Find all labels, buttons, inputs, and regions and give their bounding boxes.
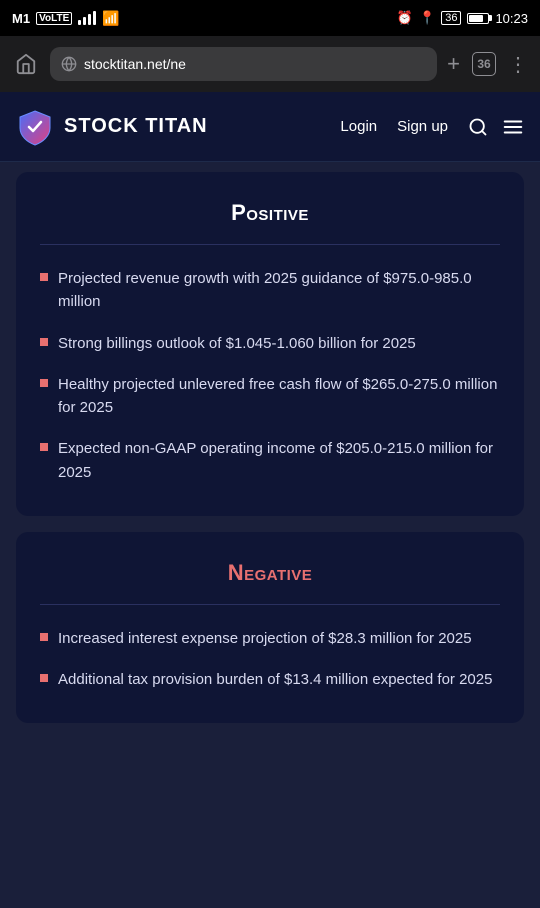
site-logo[interactable]: STOCK TITAN xyxy=(16,108,340,146)
bullet-marker xyxy=(40,443,48,451)
calendar-icon: 36 xyxy=(441,11,461,25)
list-item: Healthy projected unlevered free cash fl… xyxy=(40,373,500,420)
logo-icon xyxy=(16,108,54,146)
bullet-text: Strong billings outlook of $1.045-1.060 … xyxy=(58,332,416,355)
list-item: Additional tax provision burden of $13.4… xyxy=(40,668,500,691)
new-tab-button[interactable]: + xyxy=(447,51,460,77)
url-bar[interactable]: stocktitan.net/ne xyxy=(50,47,437,81)
signup-link[interactable]: Sign up xyxy=(397,118,448,135)
bullet-text: Expected non-GAAP operating income of $2… xyxy=(58,437,500,484)
negative-section-title: Negative xyxy=(40,560,500,586)
status-bar: M1 VoLTE 📶 ⏰ 📍 36 10:23 xyxy=(0,0,540,36)
tabs-count-badge[interactable]: 36 xyxy=(472,52,496,76)
browser-chrome: stocktitan.net/ne + 36 ⋮ xyxy=(0,36,540,92)
positive-section-title: Positive xyxy=(40,200,500,226)
browser-home-button[interactable] xyxy=(12,50,40,78)
nav-icons xyxy=(468,116,524,138)
volte-badge: VoLTE xyxy=(36,12,72,25)
bullet-marker xyxy=(40,273,48,281)
menu-icon[interactable] xyxy=(502,116,524,138)
wifi-icon: 📶 xyxy=(102,10,119,27)
browser-actions: + 36 ⋮ xyxy=(447,51,528,77)
search-icon[interactable] xyxy=(468,117,488,137)
negative-bullet-list: Increased interest expense projection of… xyxy=(40,627,500,692)
list-item: Strong billings outlook of $1.045-1.060 … xyxy=(40,332,500,355)
bullet-marker xyxy=(40,338,48,346)
site-security-icon xyxy=(60,55,78,73)
browser-menu-button[interactable]: ⋮ xyxy=(508,52,528,77)
time-display: 10:23 xyxy=(495,11,528,26)
list-item: Increased interest expense projection of… xyxy=(40,627,500,650)
site-nav: Login Sign up xyxy=(340,116,524,138)
carrier-label: M1 xyxy=(12,11,30,26)
login-link[interactable]: Login xyxy=(340,118,377,135)
site-header: STOCK TITAN Login Sign up xyxy=(0,92,540,162)
positive-divider xyxy=(40,244,500,245)
bullet-text: Increased interest expense projection of… xyxy=(58,627,472,650)
list-item: Expected non-GAAP operating income of $2… xyxy=(40,437,500,484)
signal-icon xyxy=(78,11,96,25)
bullet-text: Additional tax provision burden of $13.4… xyxy=(58,668,492,691)
site-title: STOCK TITAN xyxy=(64,115,208,138)
alarm-icon: ⏰ xyxy=(397,10,413,26)
bullet-marker xyxy=(40,674,48,682)
negative-divider xyxy=(40,604,500,605)
location-icon: 📍 xyxy=(419,10,435,26)
battery-icon xyxy=(467,13,489,24)
status-left: M1 VoLTE 📶 xyxy=(12,10,120,27)
positive-bullet-list: Projected revenue growth with 2025 guida… xyxy=(40,267,500,484)
bullet-marker xyxy=(40,633,48,641)
bullet-marker xyxy=(40,379,48,387)
main-content: Positive Projected revenue growth with 2… xyxy=(0,162,540,759)
negative-section-card: Negative Increased interest expense proj… xyxy=(16,532,524,724)
status-right: ⏰ 📍 36 10:23 xyxy=(397,10,528,26)
bullet-text: Projected revenue growth with 2025 guida… xyxy=(58,267,500,314)
url-text: stocktitan.net/ne xyxy=(84,56,427,72)
bullet-text: Healthy projected unlevered free cash fl… xyxy=(58,373,500,420)
positive-section-card: Positive Projected revenue growth with 2… xyxy=(16,172,524,516)
list-item: Projected revenue growth with 2025 guida… xyxy=(40,267,500,314)
